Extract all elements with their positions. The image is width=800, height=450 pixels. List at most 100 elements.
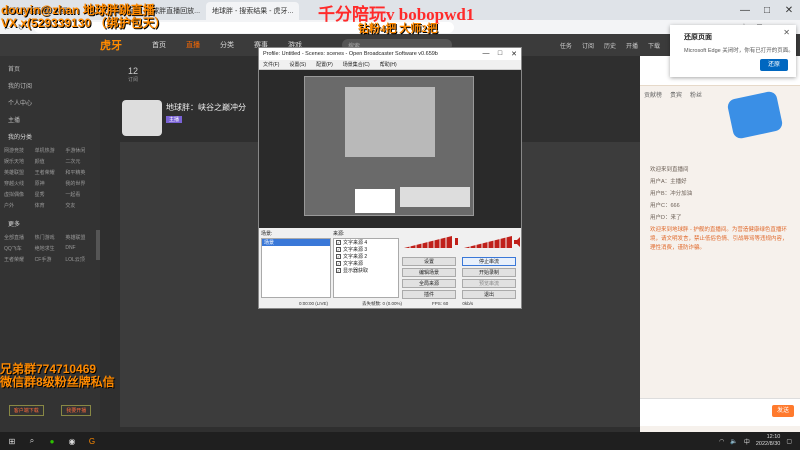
viewer-stat: 12 订阅 [128, 66, 138, 83]
notification-icon[interactable]: ▢ [786, 438, 792, 445]
sidebar-category[interactable]: 户外 [4, 202, 35, 213]
checkbox-icon[interactable]: ✓ [336, 261, 341, 266]
maximize-button[interactable]: □ [756, 5, 778, 16]
wechat-icon[interactable]: ● [44, 435, 60, 447]
nav-live[interactable]: 直播 [186, 40, 200, 50]
sidebar-category[interactable]: 手游休闲 [65, 147, 96, 158]
minimize-button[interactable]: — [734, 5, 756, 16]
preview-stream-button[interactable]: 预览串流 [462, 279, 516, 288]
scene-item[interactable]: 场景 [262, 239, 330, 246]
chat-tab[interactable]: 贵宾 [670, 90, 682, 99]
checkbox-icon[interactable]: ✓ [336, 254, 341, 259]
checkbox-icon[interactable]: ✓ [336, 240, 341, 245]
restore-button[interactable]: 还原 [760, 59, 788, 71]
sidebar-category[interactable]: 一起看 [65, 191, 96, 202]
header-broadcast[interactable]: 开播 [626, 41, 638, 50]
header-task[interactable]: 任务 [560, 41, 572, 50]
sidebar-category[interactable]: 体育 [35, 202, 66, 213]
avatar[interactable] [122, 100, 162, 136]
ime-indicator[interactable]: 中 [744, 437, 750, 446]
stream-title: 地球胖：峡谷之巅冲分 [166, 103, 246, 112]
sidebar-category[interactable]: 单机热游 [35, 147, 66, 158]
header-download[interactable]: 下载 [648, 41, 660, 50]
speaker-icon[interactable] [514, 237, 520, 247]
sidebar-category[interactable]: 英雄联盟 [4, 169, 35, 180]
obs-icon[interactable]: ◉ [64, 435, 80, 447]
sidebar-category[interactable]: 颜值 [35, 158, 66, 169]
close-button[interactable]: ✕ [778, 5, 800, 16]
sidebar-category[interactable]: 绝地求生 [35, 245, 66, 256]
scenes-list[interactable]: 场景 [261, 238, 331, 298]
sidebar-item-profile[interactable]: 个人中心 [0, 94, 100, 111]
obs-maximize-button[interactable]: □ [493, 50, 507, 58]
sidebar-category[interactable]: 二次元 [65, 158, 96, 169]
overlay-wechat-text: 微信群8级粉丝牌私信 [0, 375, 115, 389]
sidebar-category[interactable]: DNF [65, 245, 96, 256]
chat-tab[interactable]: 贡献榜 [644, 90, 662, 99]
chat-input-area[interactable]: 发送 [640, 398, 800, 426]
header-history[interactable]: 历史 [604, 41, 616, 50]
sidebar-category[interactable]: 我的世界 [65, 180, 96, 191]
sidebar-item-streamer[interactable]: 主播 [0, 111, 100, 128]
windows-taskbar: ⊞ ⌕ ● ◉ G ◠ 🔈 中 12:10 2022/8/30 ▢ [0, 432, 800, 450]
sidebar-category[interactable]: 王者荣耀 [35, 169, 66, 180]
obs-close-button[interactable]: ✕ [507, 50, 521, 58]
volume-icon[interactable]: 🔈 [730, 438, 737, 445]
start-record-button[interactable]: 开始录制 [462, 268, 516, 277]
plugins-button[interactable]: 插件 [402, 290, 456, 299]
obs-menu-item[interactable]: 配置(P) [316, 61, 333, 68]
sources-list[interactable]: ✓ 文字来源 4 ✓ 文字来源 3 ✓ 文字来源 2 ✓ 文字来源 ✓ 显示器获取 [333, 238, 399, 298]
source-item[interactable]: ✓ 文字来源 4 [334, 239, 398, 246]
obs-menu-item[interactable]: 文件(F) [263, 61, 279, 68]
header-subscribe[interactable]: 订阅 [582, 41, 594, 50]
source-item[interactable]: ✓ 文字来源 2 [334, 253, 398, 260]
sidebar-category[interactable]: 娱乐天地 [4, 158, 35, 169]
settings-button[interactable]: 设置 [402, 257, 456, 266]
obs-menu-item[interactable]: 帮助(H) [380, 61, 397, 68]
start-broadcast-button[interactable]: 我要开播 [61, 404, 92, 416]
microphone-icon[interactable] [455, 238, 458, 245]
obs-minimize-button[interactable]: — [479, 50, 493, 58]
browser-tab-active[interactable]: 地球胖 - 搜索结果 - 虎牙... [206, 2, 300, 20]
chat-tab[interactable]: 粉丝 [690, 90, 702, 99]
sidebar-category[interactable]: 交友 [65, 202, 96, 213]
site-logo[interactable]: 虎牙 [100, 37, 122, 53]
sidebar-category[interactable]: 星秀 [35, 191, 66, 202]
browser-icon[interactable]: G [84, 435, 100, 447]
wifi-icon[interactable]: ◠ [719, 438, 724, 445]
sidebar-item-subscribe[interactable]: 我的订阅 [0, 77, 100, 94]
sidebar-category[interactable]: 全部直播 [4, 234, 35, 245]
sidebar-category[interactable]: QQ飞车 [4, 245, 35, 256]
edit-scene-button[interactable]: 编辑场景 [402, 268, 456, 277]
sidebar-category[interactable]: CF手游 [35, 256, 66, 267]
send-button[interactable]: 发送 [772, 405, 794, 417]
sidebar-category[interactable]: 和平精英 [65, 169, 96, 180]
stop-stream-button[interactable]: 停止串流 [462, 257, 516, 266]
download-client-button[interactable]: 客户端下载 [8, 404, 44, 416]
close-icon[interactable]: ✕ [783, 28, 790, 37]
nav-category[interactable]: 分类 [220, 40, 234, 50]
search-icon[interactable]: ⌕ [24, 435, 40, 447]
sidebar-item-home[interactable]: 首页 [0, 60, 100, 77]
checkbox-icon[interactable]: ✓ [336, 268, 341, 273]
source-item[interactable]: ✓ 文字来源 3 [334, 246, 398, 253]
obs-menu-item[interactable]: 设置(S) [289, 61, 306, 68]
checkbox-icon[interactable]: ✓ [336, 247, 341, 252]
sidebar-category[interactable]: 虚拟偶像 [4, 191, 35, 202]
sidebar-category[interactable]: 穿越火线 [4, 180, 35, 191]
start-icon[interactable]: ⊞ [4, 435, 20, 447]
exit-button[interactable]: 退出 [462, 290, 516, 299]
clock[interactable]: 12:10 2022/8/30 [756, 434, 780, 448]
sidebar-category[interactable]: 原神 [35, 180, 66, 191]
sidebar-category[interactable]: LOL云顶 [65, 256, 96, 267]
sidebar-category[interactable]: 热门游戏 [35, 234, 66, 245]
obs-menu-item[interactable]: 场景集合(C) [343, 61, 370, 68]
source-item[interactable]: ✓ 显示器获取 [334, 267, 398, 274]
nav-home[interactable]: 首页 [152, 40, 166, 50]
global-source-button[interactable]: 全局来源 [402, 279, 456, 288]
source-item[interactable]: ✓ 文字来源 [334, 260, 398, 267]
sidebar-category[interactable]: 英雄联盟 [65, 234, 96, 245]
sidebar-category[interactable]: 王者荣耀 [4, 256, 35, 267]
clock-time: 12:10 [766, 434, 781, 440]
sidebar-category[interactable]: 网游竞技 [4, 147, 35, 158]
